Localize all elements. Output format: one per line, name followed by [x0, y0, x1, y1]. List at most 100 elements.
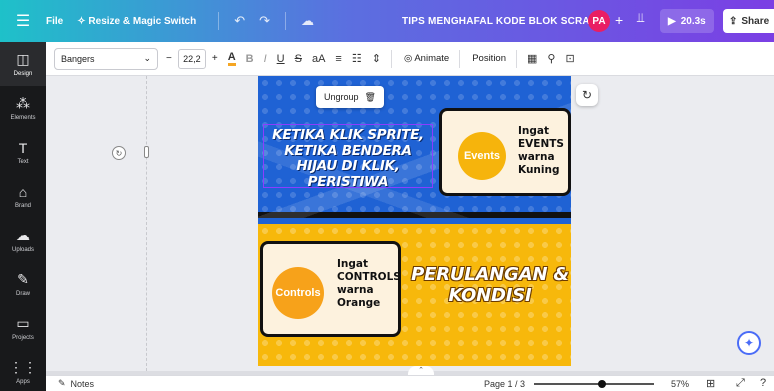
zoom-slider[interactable] [534, 380, 654, 388]
sidebar-item-label: Elements [10, 115, 36, 121]
layout-icon: ◫ [16, 51, 30, 67]
canvas-workspace: ↻ KETIKA KLIK SPRITE, KETIKA BENDERA HIJ… [46, 76, 774, 391]
magic-sparkle-icon[interactable]: ✦ [737, 331, 761, 355]
sidebar-item-uploads[interactable]: ☁ Uploads [0, 218, 46, 262]
resize-handle[interactable] [144, 146, 149, 158]
present-button[interactable]: ▶ 20.3s [660, 9, 714, 33]
divider [285, 12, 287, 30]
controls-description: Ingat CONTROLS warna Orange [337, 258, 401, 310]
file-menu[interactable]: File [46, 16, 63, 27]
divider [459, 49, 461, 68]
font-size-stepper: − 22,2 + [166, 48, 218, 70]
undo-icon[interactable]: ↶ [234, 13, 245, 29]
share-icon: ⇪ [729, 15, 738, 27]
spacing-icon[interactable]: ⇕ [372, 52, 381, 65]
ungroup-button[interactable]: Ungroup 🗑 [316, 86, 384, 108]
strikethrough-icon[interactable]: S [295, 53, 302, 65]
sidebar-item-label: Uploads [11, 247, 34, 253]
grid-view-icon[interactable]: ⊞ [706, 377, 715, 390]
avatar[interactable]: PA [588, 10, 610, 32]
position-button[interactable]: Position [472, 53, 506, 64]
align-center-icon[interactable]: ≡ [335, 53, 341, 65]
trash-icon[interactable]: 🗑 [365, 92, 376, 103]
divider [390, 49, 392, 68]
underline-icon[interactable]: U [277, 53, 285, 65]
rotate-handle-icon[interactable]: ↻ [112, 146, 126, 160]
letter-case-icon[interactable]: aA [312, 53, 325, 65]
bold-icon[interactable]: B [246, 53, 254, 65]
events-line: Ingat [518, 125, 550, 137]
hamburger-icon[interactable]: ☰ [0, 11, 46, 31]
top-bar: ☰ File ✧ Resize & Magic Switch ↶ ↷ ☁ TIP… [0, 0, 774, 42]
events-line: EVENTS [518, 138, 564, 150]
transparency-icon[interactable]: ▦ [527, 52, 537, 65]
lock-icon[interactable]: ⊡ [565, 52, 574, 65]
fullscreen-icon[interactable]: ⤢ [736, 377, 745, 390]
sidebar-item-text[interactable]: T Text [0, 130, 46, 174]
document-title[interactable]: TIPS MENGHAFAL KODE BLOK SCRATCH [402, 16, 610, 27]
guide-line [146, 76, 147, 371]
events-line: Kuning [518, 164, 560, 176]
controls-badge: Controls [272, 267, 324, 319]
decrease-size-button[interactable]: − [166, 53, 172, 64]
italic-icon[interactable]: I [264, 53, 267, 65]
heading-controls-text[interactable]: PERULANGAN & KONDISI [410, 264, 570, 306]
divider [218, 12, 220, 30]
redo-icon[interactable]: ↷ [259, 13, 270, 29]
design-page[interactable]: KETIKA KLIK SPRITE, KETIKA BENDERA HIJAU… [258, 76, 571, 366]
share-button[interactable]: ⇪ Share [723, 9, 774, 33]
animate-button[interactable]: ◎ Animate [404, 53, 449, 64]
shapes-icon: ⁂ [16, 95, 30, 111]
cloud-save-icon[interactable]: ☁ [301, 13, 314, 29]
sidebar-item-label: Apps [16, 379, 30, 385]
add-collaborator-icon[interactable]: + [615, 12, 623, 28]
resize-label: Resize & Magic Switch [88, 15, 197, 27]
sidebar-item-design[interactable]: ◫ Design [0, 42, 46, 86]
pen-icon: ✎ [17, 271, 29, 287]
brand-icon: ⌂ [18, 183, 28, 200]
notes-icon: ✎ [58, 378, 66, 388]
font-size-input[interactable]: 22,2 [177, 48, 206, 69]
controls-line: Ingat [337, 258, 369, 270]
zoom-level[interactable]: 57% [671, 379, 689, 389]
insights-chart-icon[interactable]: ⫫ [637, 10, 644, 26]
page-indicator[interactable]: Page 1 / 3 [484, 379, 525, 389]
upload-icon: ☁ [16, 227, 30, 243]
share-label: Share [741, 15, 770, 27]
side-panel-rail: ◫ Design ⁂ Elements T Text ⌂ Brand ☁ Uploads ✎ Draw… [0, 42, 46, 391]
footer-bar: ✎ Notes Page 1 / 3 57% ⊞ ⤢ ? [46, 375, 774, 391]
controls-line: Orange [337, 297, 381, 309]
notes-button[interactable]: ✎ Notes [58, 378, 94, 389]
sidebar-item-apps[interactable]: ⋮⋮ Apps [0, 350, 46, 391]
sidebar-item-label: Design [13, 71, 33, 77]
font-family-select[interactable]: Bangers ⌄ [54, 47, 158, 70]
text-icon: T [18, 139, 28, 156]
events-description: Ingat EVENTS warna Kuning [518, 125, 564, 177]
regenerate-icon[interactable]: ↻ [576, 84, 598, 106]
heading-events-text[interactable]: KETIKA KLIK SPRITE, KETIKA BENDERA HIJAU… [262, 127, 434, 190]
sidebar-item-brand[interactable]: ⌂ Brand [0, 174, 46, 218]
apps-icon: ⋮⋮ [9, 359, 37, 375]
sidebar-item-label: Draw [15, 291, 30, 297]
sidebar-item-draw[interactable]: ✎ Draw [0, 262, 46, 306]
help-icon[interactable]: ? [760, 377, 766, 389]
text-toolbar: Bangers ⌄ − 22,2 + A B I U S aA ≡ ☷ ⇕ ◎ … [46, 42, 774, 76]
notes-label: Notes [70, 378, 95, 389]
paint-roller-icon[interactable]: ⚲ [547, 52, 555, 65]
sidebar-item-projects[interactable]: ▭ Projects [0, 306, 46, 350]
font-family-value: Bangers [61, 53, 95, 64]
zoom-slider-thumb[interactable] [598, 380, 607, 388]
list-icon[interactable]: ☷ [352, 52, 362, 65]
events-card[interactable]: Events Ingat EVENTS warna Kuning [439, 108, 571, 196]
text-color-icon[interactable]: A [227, 51, 236, 66]
sidebar-item-label: Projects [12, 335, 34, 341]
sidebar-item-elements[interactable]: ⁂ Elements [0, 86, 46, 130]
sidebar-item-label: Brand [14, 202, 31, 209]
increase-size-button[interactable]: + [212, 53, 218, 64]
sidebar-item-label: Text [17, 158, 29, 165]
controls-card[interactable]: Controls Ingat CONTROLS warna Orange [260, 241, 401, 337]
resize-magic-switch-button[interactable]: ✧ Resize & Magic Switch [77, 16, 196, 27]
divider [516, 49, 518, 68]
events-badge: Events [458, 132, 506, 180]
events-line: warna [518, 151, 555, 163]
